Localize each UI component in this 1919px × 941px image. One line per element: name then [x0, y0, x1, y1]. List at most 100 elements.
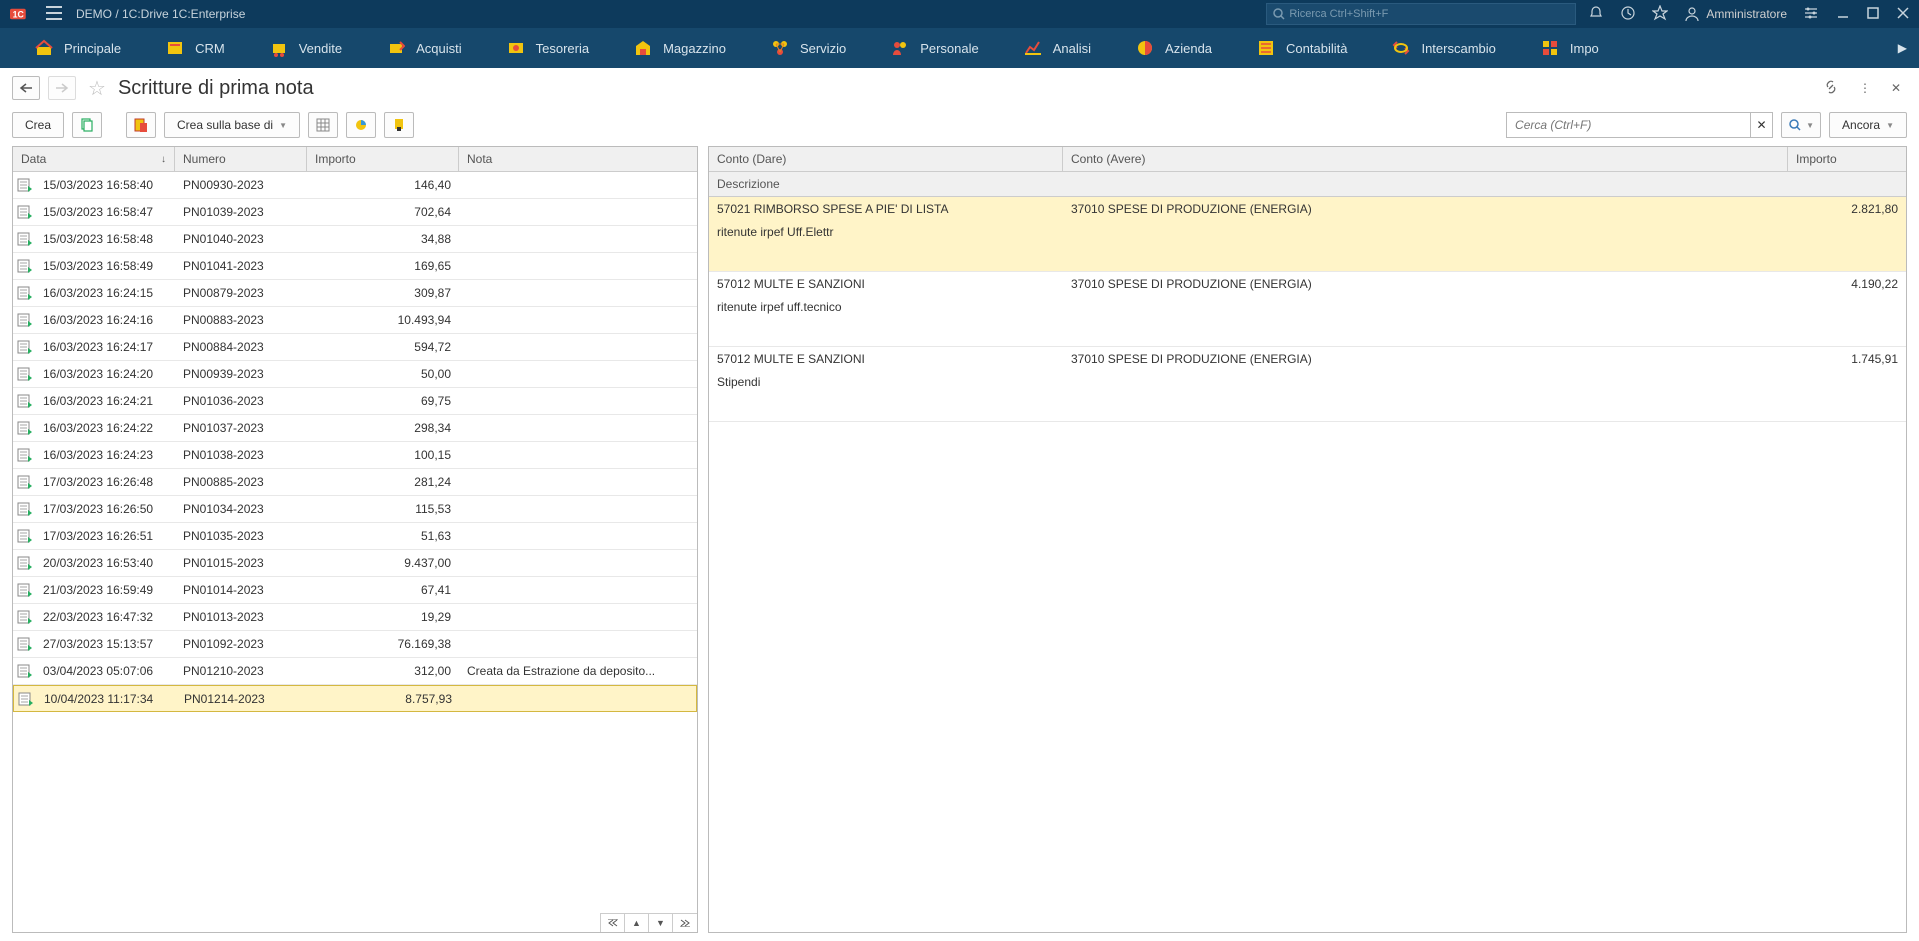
detail-row[interactable]: 57012 MULTE E SANZIONI37010 SPESE DI PRO… — [709, 347, 1906, 422]
header-amount[interactable]: Importo — [307, 147, 459, 171]
pager-last[interactable] — [673, 914, 697, 932]
table-row[interactable]: 10/04/2023 11:17:34PN01214-20238.757,93 — [13, 685, 697, 712]
history-icon[interactable] — [1620, 5, 1636, 24]
search-dropdown-button[interactable]: ▼ — [1781, 112, 1821, 138]
cell-note — [459, 532, 697, 540]
table-row[interactable]: 16/03/2023 16:24:20PN00939-202350,00 — [13, 361, 697, 388]
header-number[interactable]: Numero — [175, 147, 307, 171]
cell-number: PN01039-2023 — [175, 201, 307, 223]
close-page-icon[interactable]: ✕ — [1885, 81, 1907, 95]
menu-item-hr[interactable]: Personale — [868, 39, 1001, 57]
cell-amount: 51,63 — [307, 525, 459, 547]
cell-note — [459, 370, 697, 378]
table-row[interactable]: 17/03/2023 16:26:51PN01035-202351,63 — [13, 523, 697, 550]
table-row[interactable]: 16/03/2023 16:24:22PN01037-2023298,34 — [13, 415, 697, 442]
cell-amount: 8.757,93 — [308, 688, 460, 710]
menu-label: Contabilità — [1286, 41, 1347, 56]
toolbar: Crea Crea sulla base di▼ ✕ ▼ Ancora▼ — [0, 108, 1919, 146]
table-row[interactable]: 17/03/2023 16:26:50PN01034-2023115,53 — [13, 496, 697, 523]
link-icon[interactable] — [1817, 79, 1845, 98]
more-menu-icon[interactable]: ⋮ — [1853, 81, 1877, 95]
table-row[interactable]: 15/03/2023 16:58:49PN01041-2023169,65 — [13, 253, 697, 280]
close-icon[interactable] — [1897, 7, 1909, 22]
settings-icon[interactable] — [1803, 5, 1819, 24]
nav-forward-button[interactable] — [48, 76, 76, 100]
cell-amount: 19,29 — [307, 606, 459, 628]
create-based-on-button[interactable]: Crea sulla base di▼ — [164, 112, 300, 138]
menu-item-settings[interactable]: Impo — [1518, 39, 1621, 57]
bell-icon[interactable] — [1588, 5, 1604, 24]
table-row[interactable]: 16/03/2023 16:24:23PN01038-2023100,15 — [13, 442, 697, 469]
cell-importo: 1.745,91 — [1788, 348, 1906, 370]
header-date[interactable]: Data↓ — [13, 147, 175, 171]
menu-item-buy[interactable]: Acquisti — [364, 39, 484, 57]
cell-date: 03/04/2023 05:07:06 — [35, 660, 175, 682]
cell-date: 16/03/2023 16:24:22 — [35, 417, 175, 439]
main-menu: PrincipaleCRMVendite Acquisti TesoreriaMag… — [0, 28, 1919, 68]
exchange-icon — [1391, 39, 1411, 57]
table-row[interactable]: 21/03/2023 16:59:49PN01014-202367,41 — [13, 577, 697, 604]
menu-item-service[interactable]: Servizio — [748, 39, 868, 57]
export-button[interactable] — [384, 112, 414, 138]
header-descrizione[interactable]: Descrizione — [709, 172, 1906, 196]
header-dare[interactable]: Conto (Dare) — [709, 147, 1063, 171]
menu-toggle-icon[interactable] — [46, 6, 62, 23]
table-row[interactable]: 16/03/2023 16:24:15PN00879-2023309,87 — [13, 280, 697, 307]
user-menu[interactable]: Amministratore — [1684, 6, 1787, 22]
menu-item-exchange[interactable]: Interscambio — [1369, 39, 1517, 57]
favorite-star-icon[interactable]: ☆ — [88, 76, 106, 101]
table-row[interactable]: 15/03/2023 16:58:40PN00930-2023146,40 — [13, 172, 697, 199]
menu-item-warehouse[interactable]: Magazzino — [611, 39, 748, 57]
maximize-icon[interactable] — [1867, 7, 1879, 22]
nav-back-button[interactable] — [12, 76, 40, 100]
table-row[interactable]: 16/03/2023 16:24:21PN01036-202369,75 — [13, 388, 697, 415]
table-row[interactable]: 22/03/2023 16:47:32PN01013-202319,29 — [13, 604, 697, 631]
cell-amount: 67,41 — [307, 579, 459, 601]
menu-item-crm[interactable]: CRM — [143, 39, 247, 57]
table-row[interactable]: 17/03/2023 16:26:48PN00885-2023281,24 — [13, 469, 697, 496]
menu-item-treasury[interactable]: Tesoreria — [484, 39, 611, 57]
star-icon[interactable] — [1652, 5, 1668, 24]
create-button[interactable]: Crea — [12, 112, 64, 138]
global-search-input[interactable]: Ricerca Ctrl+Shift+F — [1266, 3, 1576, 25]
menu-item-company[interactable]: Azienda — [1113, 39, 1234, 57]
more-button[interactable]: Ancora▼ — [1829, 112, 1907, 138]
cell-date: 16/03/2023 16:24:16 — [35, 309, 175, 331]
cell-note — [459, 586, 697, 594]
menu-item-accounting[interactable]: Contabilità — [1234, 39, 1369, 57]
paste-button[interactable] — [126, 112, 156, 138]
cell-date: 16/03/2023 16:24:17 — [35, 336, 175, 358]
header-note[interactable]: Nota — [459, 147, 697, 171]
header-importo[interactable]: Importo — [1788, 147, 1906, 171]
pager-first[interactable] — [601, 914, 625, 932]
chart-button[interactable] — [346, 112, 376, 138]
minimize-icon[interactable] — [1837, 7, 1849, 22]
menu-item-analysis[interactable]: Analisi — [1001, 39, 1113, 57]
pager-next[interactable]: ▼ — [649, 914, 673, 932]
toolbar-search-input[interactable] — [1506, 112, 1751, 138]
table-row[interactable]: 03/04/2023 05:07:06PN01210-2023312,00Cre… — [13, 658, 697, 685]
clear-search-button[interactable]: ✕ — [1751, 112, 1773, 138]
pager-prev[interactable]: ▲ — [625, 914, 649, 932]
copy-button[interactable] — [72, 112, 102, 138]
document-icon — [17, 637, 35, 651]
menu-label: Acquisti — [416, 41, 462, 56]
table-row[interactable]: 20/03/2023 16:53:40PN01015-20239.437,00 — [13, 550, 697, 577]
menu-label: Servizio — [800, 41, 846, 56]
detail-row[interactable]: 57012 MULTE E SANZIONI37010 SPESE DI PRO… — [709, 272, 1906, 347]
table-row[interactable]: 15/03/2023 16:58:48PN01040-202334,88 — [13, 226, 697, 253]
grid-button[interactable] — [308, 112, 338, 138]
search-icon — [1273, 8, 1285, 20]
table-row[interactable]: 15/03/2023 16:58:47PN01039-2023702,64 — [13, 199, 697, 226]
document-icon — [17, 583, 35, 597]
document-icon — [17, 259, 35, 273]
menu-item-home[interactable]: Principale — [12, 39, 143, 57]
menu-scroll-right-icon[interactable]: ▶ — [1898, 41, 1907, 55]
header-avere[interactable]: Conto (Avere) — [1063, 147, 1788, 171]
table-row[interactable]: 27/03/2023 15:13:57PN01092-202376.169,38 — [13, 631, 697, 658]
table-row[interactable]: 16/03/2023 16:24:17PN00884-2023594,72 — [13, 334, 697, 361]
detail-row[interactable]: 57021 RIMBORSO SPESE A PIE' DI LISTA3701… — [709, 197, 1906, 272]
table-row[interactable]: 16/03/2023 16:24:16PN00883-202310.493,94 — [13, 307, 697, 334]
cell-descrizione: ritenute irpef Uff.Elettr — [709, 221, 1906, 271]
menu-item-sale[interactable]: Vendite — [247, 39, 364, 57]
